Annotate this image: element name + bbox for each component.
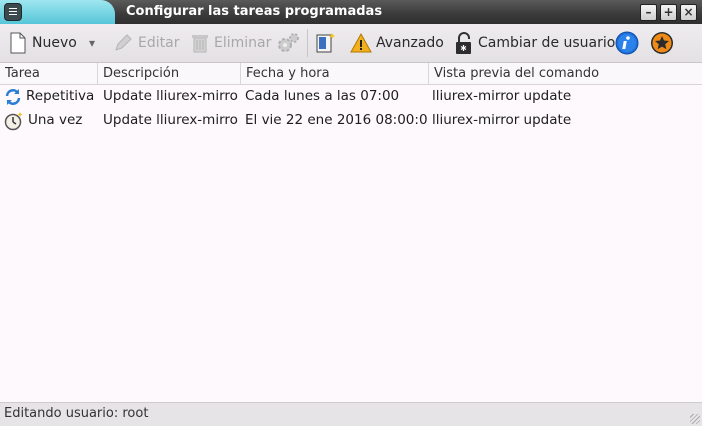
delete-label: Eliminar <box>214 35 272 51</box>
toolbar: Nuevo ▾ Editar Eliminar Avanzado Cambiar… <box>0 24 702 63</box>
column-header-datetime[interactable]: Fecha y hora <box>240 63 428 84</box>
task-cell: Una vez <box>4 109 98 132</box>
title-bar: Configurar las tareas programadas – + × <box>0 0 702 24</box>
column-header-command[interactable]: Vista previa del comando <box>428 63 702 84</box>
task-cell: Repetitiva <box>4 85 98 108</box>
warning-icon <box>350 32 372 53</box>
status-text: Editando usuario: root <box>4 406 149 421</box>
new-label: Nuevo <box>32 35 77 51</box>
repeat-icon <box>5 88 21 105</box>
pencil-icon <box>115 34 132 51</box>
window-title: Configurar las tareas programadas <box>126 4 383 19</box>
gears-icon <box>278 33 299 52</box>
datetime-cell: El vie 22 ene 2016 08:00:00 <box>245 112 427 128</box>
window-menu-button[interactable] <box>4 3 22 21</box>
new-button[interactable]: Nuevo <box>8 24 77 62</box>
close-button[interactable]: × <box>680 4 697 21</box>
table-row[interactable]: Repetitiva Update lliurex-mirror Cada lu… <box>0 85 702 108</box>
command-cell: lliurex-mirror update <box>432 112 572 128</box>
about-button[interactable] <box>615 24 643 62</box>
minimize-button[interactable]: – <box>640 4 657 21</box>
description-cell: Update lliurex-mirror <box>103 112 239 128</box>
info-icon <box>615 31 639 55</box>
maximize-button[interactable]: + <box>660 4 677 21</box>
edit-label: Editar <box>138 35 180 51</box>
favorite-button[interactable] <box>650 24 678 62</box>
toolbar-separator <box>307 29 308 57</box>
datetime-cell: Cada lunes a las 07:00 <box>245 88 400 104</box>
star-icon <box>651 32 673 54</box>
command-cell: lliurex-mirror update <box>432 88 572 104</box>
column-header-task[interactable]: Tarea <box>0 63 97 84</box>
advanced-label: Avanzado <box>376 35 444 51</box>
edit-button[interactable]: Editar <box>112 24 179 62</box>
clock-icon <box>4 111 23 130</box>
template-button[interactable] <box>314 24 342 62</box>
task-type: Una vez <box>28 112 83 128</box>
new-document-icon <box>10 32 26 54</box>
change-user-label: Cambiar de usuario <box>478 35 616 51</box>
template-icon <box>316 33 335 53</box>
delete-button[interactable]: Eliminar <box>190 24 271 62</box>
description-cell: Update lliurex-mirror <box>103 88 239 104</box>
trash-icon <box>192 35 208 53</box>
status-bar: Editando usuario: root <box>0 402 702 426</box>
column-header-description[interactable]: Descripción <box>97 63 240 84</box>
unlock-icon <box>456 32 471 54</box>
change-user-button[interactable]: Cambiar de usuario <box>454 24 615 62</box>
table-row[interactable]: Una vez Update lliurex-mirror El vie 22 … <box>0 109 702 132</box>
run-task-button[interactable] <box>276 24 304 62</box>
advanced-button[interactable]: Avanzado <box>350 24 444 62</box>
task-type: Repetitiva <box>26 88 95 104</box>
new-dropdown-button[interactable]: ▾ <box>89 24 95 62</box>
table-header: Tarea Descripción Fecha y hora Vista pre… <box>0 63 702 85</box>
resize-grip[interactable] <box>690 414 700 424</box>
